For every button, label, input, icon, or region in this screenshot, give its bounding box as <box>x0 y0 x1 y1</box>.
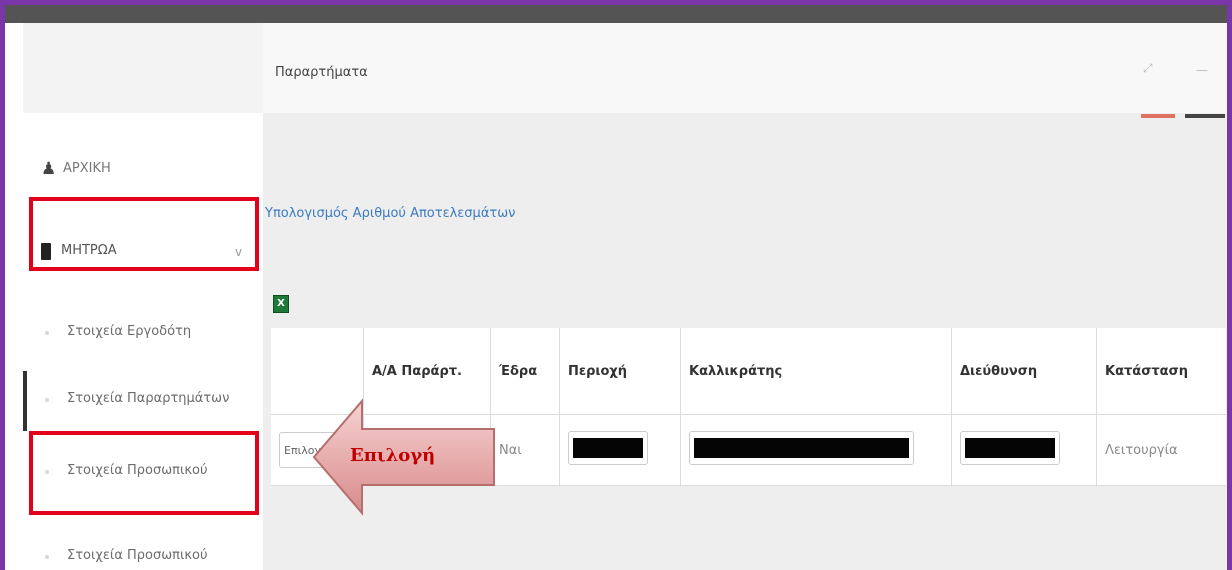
sidebar-item-label: Στοιχεία Παραρτημάτων <box>67 391 230 406</box>
arrow-label: Επιλογή <box>350 445 435 466</box>
sidebar-item-home[interactable]: ♟ ΑΡΧΙΚΗ <box>23 155 263 183</box>
expand-icon[interactable]: ⤢ <box>1143 61 1153 76</box>
redacted-area <box>568 431 648 465</box>
window-topbar <box>5 5 1227 23</box>
page-title: Παραρτήματα <box>275 65 368 80</box>
edra-cell: Ναι <box>490 414 560 486</box>
highlight-box-mitroa <box>29 197 259 271</box>
column-header-edra[interactable]: Έδρα <box>490 328 560 415</box>
arrow-annotation-icon: Επιλογή <box>312 398 495 516</box>
address-cell <box>951 414 1097 486</box>
calculate-results-link[interactable]: Υπολογισμός Αριθμού Αποτελεσμάτων <box>265 206 515 221</box>
minimize-icon[interactable]: — <box>1196 63 1208 77</box>
home-icon: ♟ <box>41 159 57 179</box>
sidebar-item-staff-details-2[interactable]: Στοιχεία Προσωπικού <box>23 528 263 570</box>
accent-bar <box>1141 114 1175 118</box>
dark-bar <box>1185 114 1225 118</box>
bullet-icon <box>45 331 49 335</box>
active-indicator <box>23 371 27 431</box>
sidebar-item-label: Στοιχεία Προσωπικού <box>67 548 208 563</box>
column-header-address[interactable]: Διεύθυνση <box>951 328 1097 415</box>
redacted-address <box>960 431 1060 465</box>
area-cell <box>559 414 681 486</box>
sidebar-item-employer-details[interactable]: Στοιχεία Εργοδότη <box>23 304 263 364</box>
status-cell: Λειτουργία <box>1096 414 1226 486</box>
bullet-icon <box>45 555 49 559</box>
kallikratis-cell <box>680 414 952 486</box>
column-header-status[interactable]: Κατάσταση <box>1096 328 1226 415</box>
panel-header: Παραρτήματα ⤢ — <box>263 23 1227 113</box>
highlight-box-staff <box>29 431 259 515</box>
sidebar-item-label: Στοιχεία Εργοδότη <box>67 324 192 339</box>
column-header-kallikratis[interactable]: Καλλικράτης <box>680 328 952 415</box>
sidebar-header <box>23 23 263 113</box>
sidebar-item-branch-details[interactable]: Στοιχεία Παραρτημάτων <box>23 371 263 431</box>
bullet-icon <box>45 398 49 402</box>
excel-export-icon[interactable]: X <box>273 295 289 313</box>
screenshot-frame: ♟ ΑΡΧΙΚΗ ΜΗΤΡΩΑ v Στοιχεία Εργοδότη Στοι… <box>0 0 1232 570</box>
sidebar-item-label: ΑΡΧΙΚΗ <box>63 161 111 176</box>
column-header-area[interactable]: Περιοχή <box>559 328 681 415</box>
redacted-kallikratis <box>689 431 914 465</box>
